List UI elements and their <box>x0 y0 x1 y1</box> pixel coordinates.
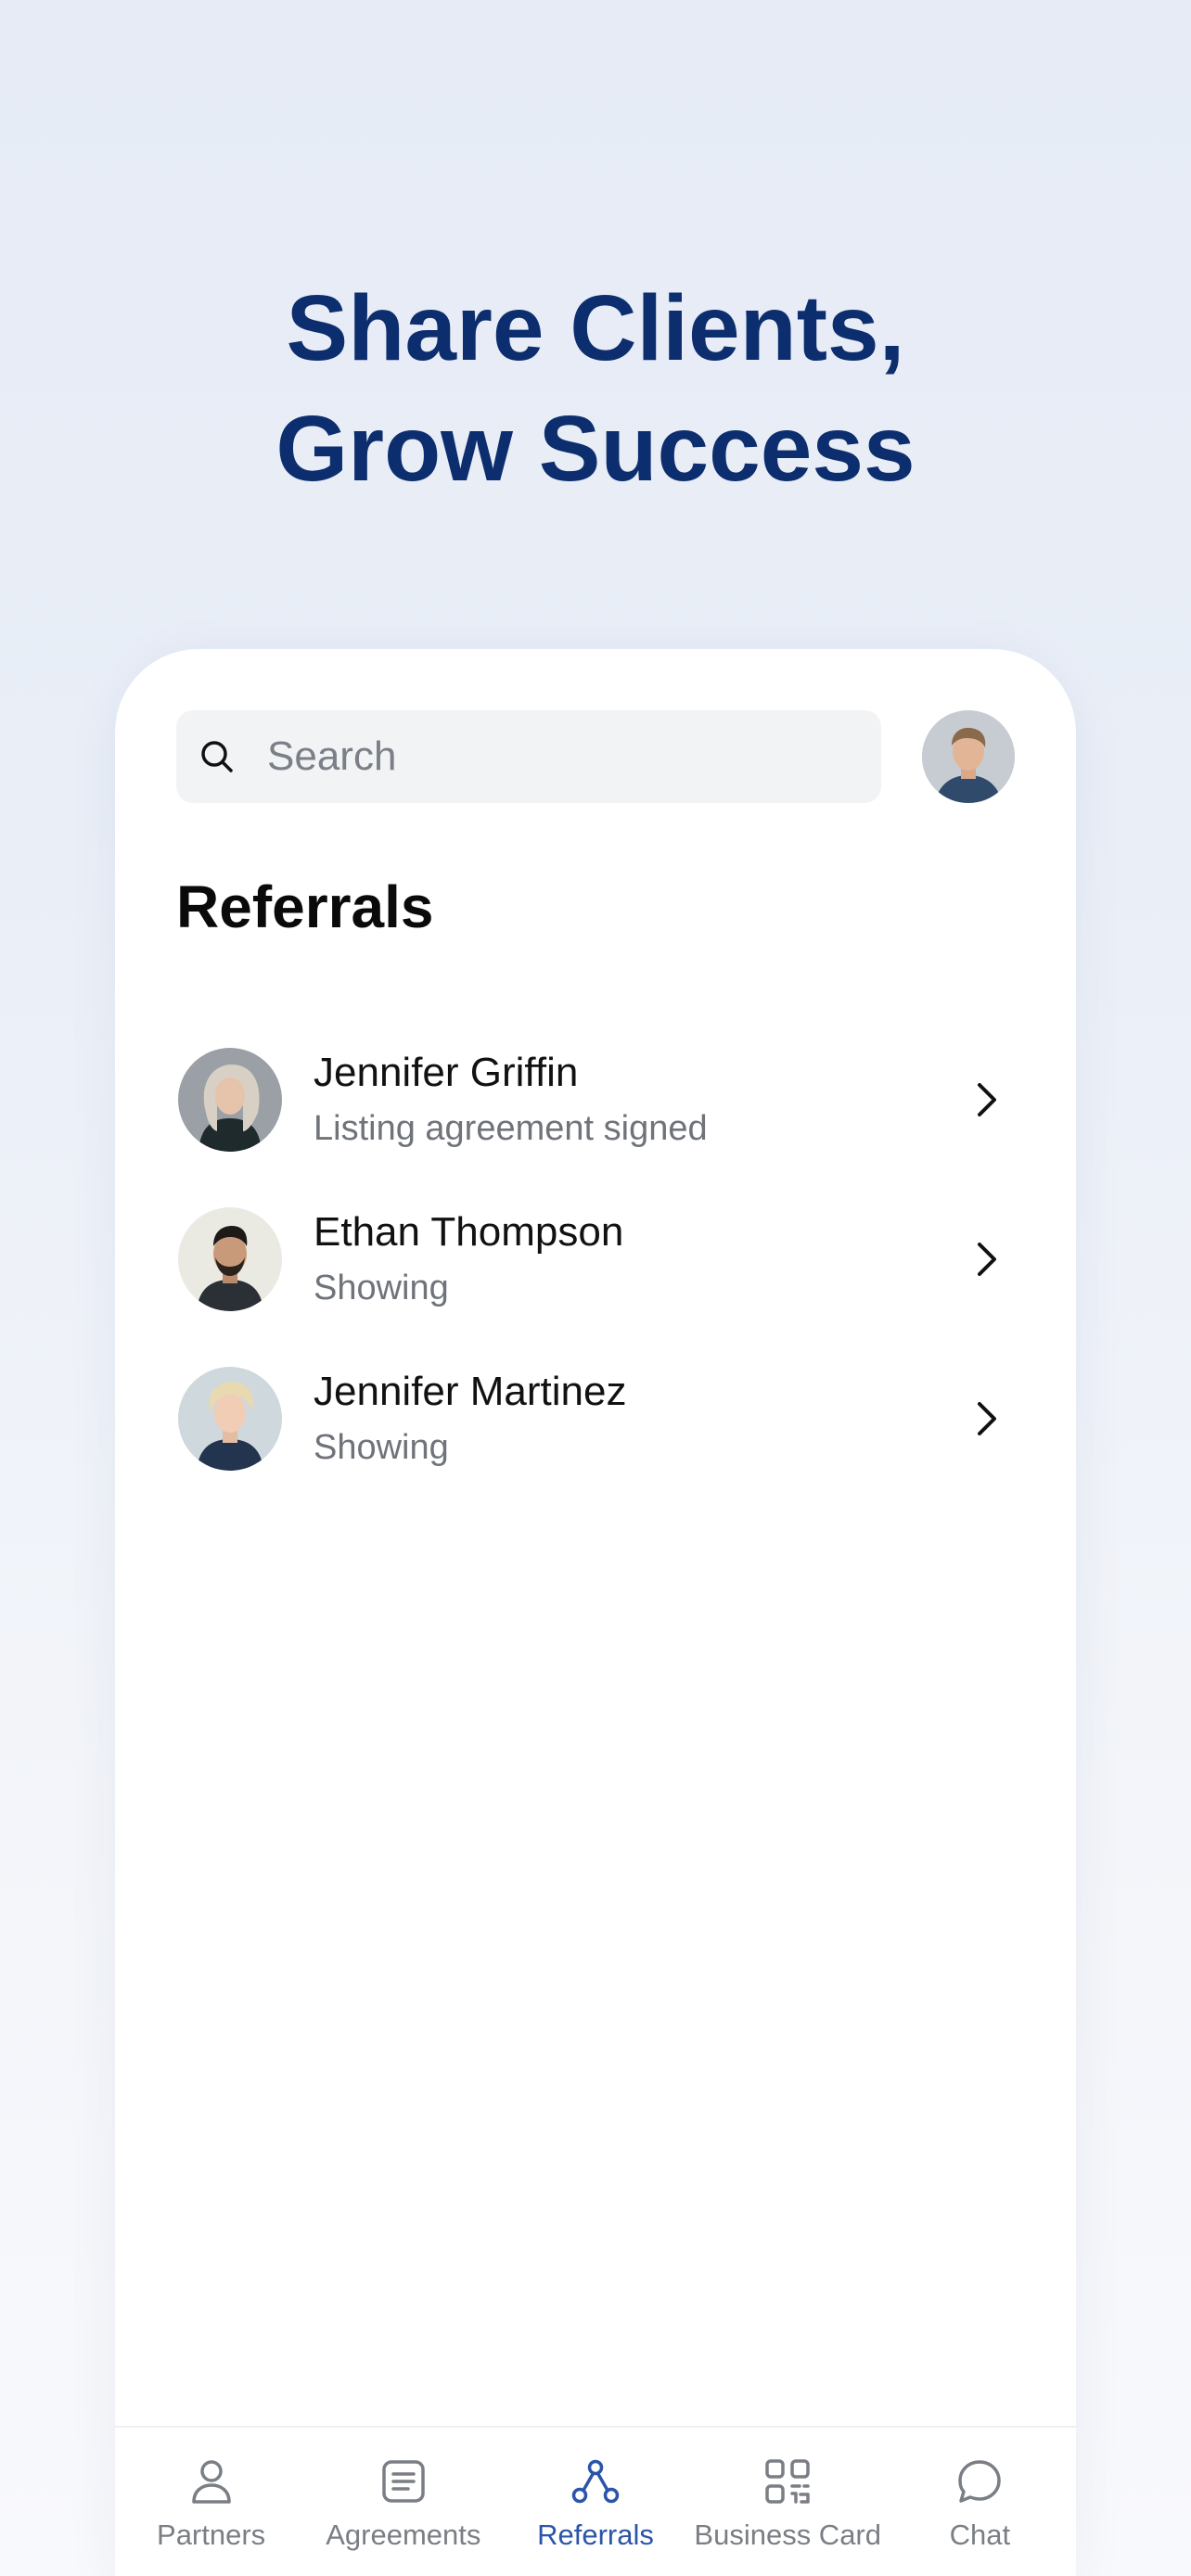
hero-headline-line-1: Share Clients, <box>286 276 905 380</box>
bottom-tab-bar: Partners Agreements Referrals Business C… <box>115 2426 1076 2576</box>
tab-label: Partners <box>157 2519 266 2551</box>
referral-status: Showing <box>314 1269 449 1307</box>
referral-name: Jennifer Griffin <box>314 1050 579 1095</box>
referral-text: Ethan Thompson Showing <box>314 1206 623 1312</box>
tab-chat[interactable]: Chat <box>884 2428 1076 2576</box>
referral-text: Jennifer Griffin Listing agreement signe… <box>314 1047 708 1153</box>
referral-status: Showing <box>314 1428 449 1467</box>
chevron-right-icon <box>968 1078 1005 1122</box>
person-icon <box>186 2455 237 2507</box>
referral-avatar <box>178 1207 282 1311</box>
tab-label: Business Card <box>694 2519 881 2551</box>
search-input[interactable] <box>267 733 861 780</box>
tab-label: Chat <box>949 2519 1011 2551</box>
chat-bubble-icon <box>954 2455 1005 2507</box>
qr-code-icon <box>762 2455 813 2507</box>
tab-label: Agreements <box>326 2519 481 2551</box>
referral-list-item[interactable]: Jennifer Martinez Showing <box>176 1339 1015 1498</box>
referral-name: Ethan Thompson <box>314 1209 624 1255</box>
app-screen: Referrals Jennifer Griffin Listing agree… <box>115 649 1076 2576</box>
tab-label: Referrals <box>537 2519 654 2551</box>
referral-avatar <box>178 1048 282 1152</box>
referral-avatar <box>178 1367 282 1471</box>
document-icon <box>378 2455 429 2507</box>
referral-list-item[interactable]: Jennifer Griffin Listing agreement signe… <box>176 1020 1015 1180</box>
hero-headline-line-2: Grow Success <box>275 397 916 501</box>
referral-name: Jennifer Martinez <box>314 1369 627 1414</box>
tab-partners[interactable]: Partners <box>115 2428 307 2576</box>
profile-avatar[interactable] <box>922 710 1015 803</box>
chevron-right-icon <box>968 1396 1005 1441</box>
search-icon <box>197 736 237 777</box>
chevron-right-icon <box>968 1237 1005 1282</box>
referral-status: Listing agreement signed <box>314 1109 708 1148</box>
tab-referrals[interactable]: Referrals <box>499 2428 691 2576</box>
tab-agreements[interactable]: Agreements <box>307 2428 499 2576</box>
tab-business-card[interactable]: Business Card <box>692 2428 884 2576</box>
referral-list-item[interactable]: Ethan Thompson Showing <box>176 1180 1015 1339</box>
search-bar[interactable] <box>176 710 881 803</box>
hero-headline: Share Clients, Grow Success <box>0 268 1191 509</box>
referral-text: Jennifer Martinez Showing <box>314 1366 626 1472</box>
section-title: Referrals <box>176 874 434 940</box>
referral-list: Jennifer Griffin Listing agreement signe… <box>176 1020 1015 1498</box>
network-icon <box>570 2455 621 2507</box>
